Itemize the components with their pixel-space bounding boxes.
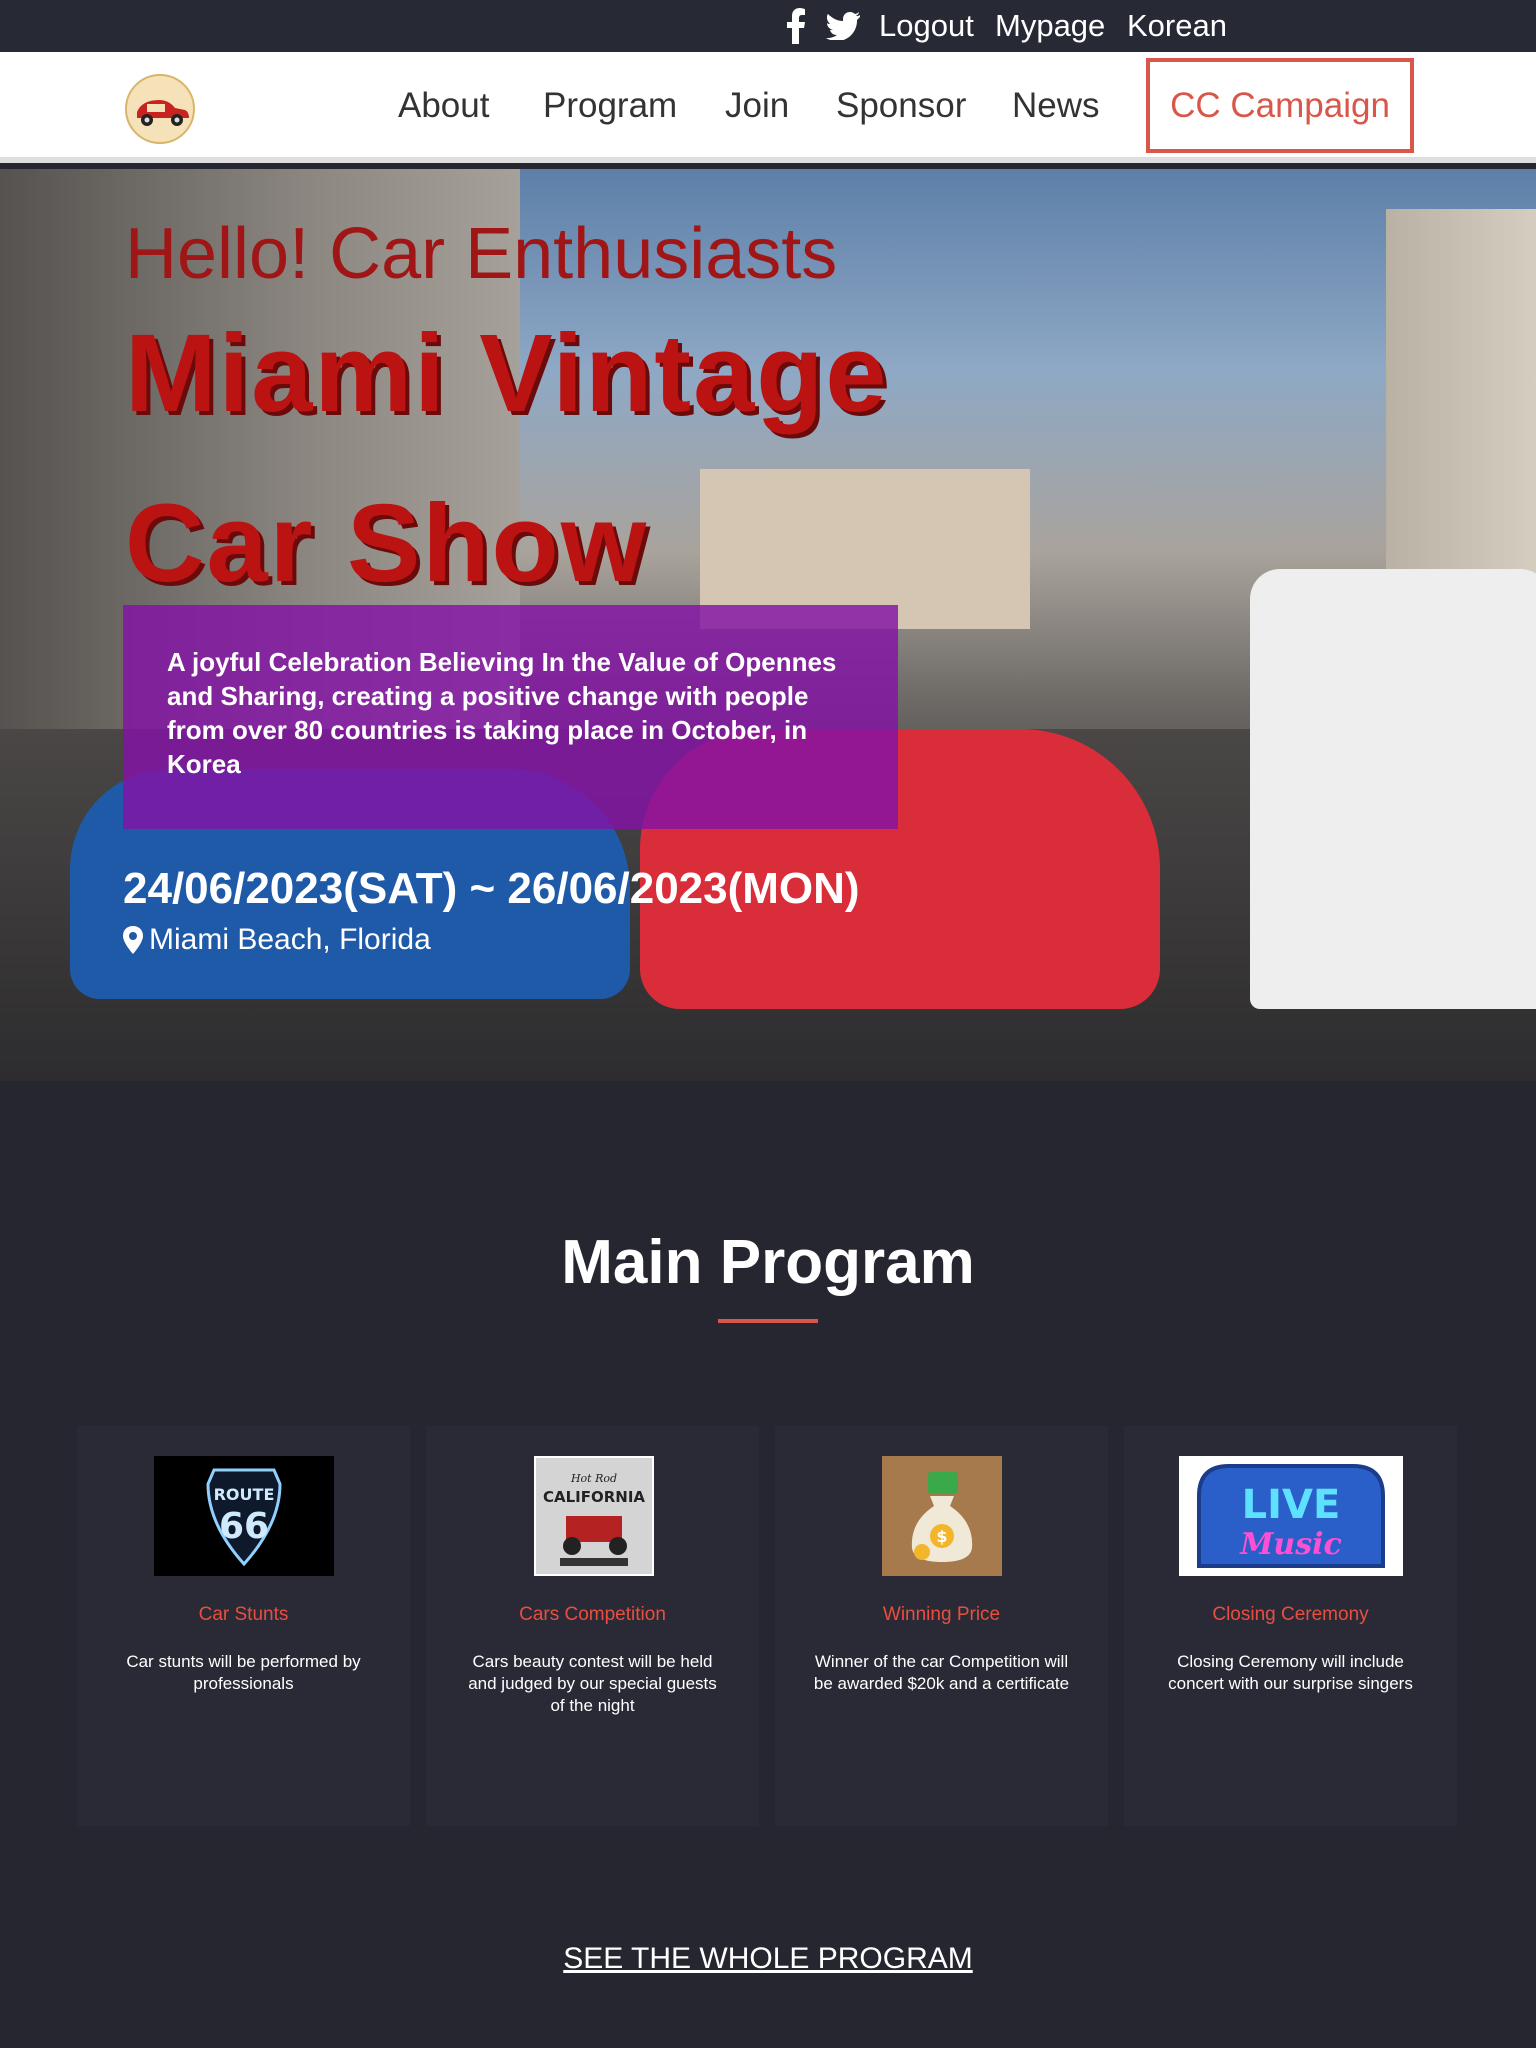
cc-campaign-button[interactable]: CC Campaign [1146, 58, 1414, 153]
program-card[interactable]: $ Winning Price Winner of the car Compet… [775, 1426, 1108, 1826]
hot-rod-california-poster: Hot Rod CALIFORNIA [534, 1456, 654, 1576]
hero-banner: Hello! Car Enthusiasts Miami Vintage Car… [0, 169, 1536, 1081]
money-bag: $ [882, 1456, 1002, 1576]
live-music-sign: LIVE Music [1179, 1456, 1403, 1576]
logout-link[interactable]: Logout [879, 6, 974, 46]
facebook-icon[interactable] [786, 8, 806, 44]
card-description: Cars beauty contest will be held and jud… [468, 1652, 717, 1715]
card-description: Closing Ceremony will include concert wi… [1168, 1652, 1413, 1693]
hero-greeting: Hello! Car Enthusiasts [125, 214, 838, 294]
svg-text:CALIFORNIA: CALIFORNIA [543, 1488, 645, 1506]
svg-text:LIVE: LIVE [1242, 1482, 1341, 1528]
svg-text:66: 66 [219, 1506, 269, 1547]
svg-text:$: $ [936, 1527, 947, 1546]
top-bar: Logout Mypage Korean [0, 0, 1536, 52]
nav-sponsor[interactable]: Sponsor [836, 80, 966, 132]
card-title: Winning Price [882, 1604, 1001, 1625]
card-description: Winner of the car Competition will be aw… [813, 1652, 1070, 1693]
retro-car-logo[interactable] [125, 74, 195, 144]
program-card[interactable]: LIVE Music Closing Ceremony Closing Cere… [1124, 1426, 1457, 1826]
hero-description: A joyful Celebration Believing In the Va… [167, 647, 837, 779]
mypage-link[interactable]: Mypage [995, 6, 1105, 46]
nav-join[interactable]: Join [725, 80, 789, 132]
nav-about[interactable]: About [398, 80, 489, 132]
language-link[interactable]: Korean [1127, 6, 1227, 46]
main-program-section: Main Program ROUTE 66 Car Stunts Car stu… [0, 1081, 1536, 2048]
card-title: Cars Competition [519, 1604, 666, 1625]
card-description: Car stunts will be performed by professi… [126, 1652, 361, 1693]
hero-description-panel: A joyful Celebration Believing In the Va… [123, 605, 898, 829]
title-underline [718, 1319, 818, 1323]
event-dates: 24/06/2023(SAT) ~ 26/06/2023(MON) [123, 864, 860, 913]
location-text: Miami Beach, Florida [149, 923, 431, 956]
card-title: Closing Ceremony [1212, 1604, 1369, 1625]
event-location: Miami Beach, Florida [123, 921, 431, 959]
route-66-sign: ROUTE 66 [154, 1456, 334, 1576]
nav-news[interactable]: News [1012, 80, 1100, 132]
program-card[interactable]: Hot Rod CALIFORNIA Cars Competition Cars… [426, 1426, 759, 1826]
map-pin-icon [123, 926, 143, 954]
nav-program[interactable]: Program [543, 80, 677, 132]
section-title: Main Program [561, 1228, 975, 1297]
hero-white-van [1250, 569, 1536, 1009]
twitter-icon[interactable] [826, 8, 860, 44]
svg-text:Hot Rod: Hot Rod [570, 1472, 617, 1485]
svg-text:Music: Music [1239, 1527, 1342, 1562]
svg-text:ROUTE: ROUTE [214, 1485, 275, 1504]
main-nav: About Program Join Sponsor News CC Campa… [0, 52, 1536, 163]
hero-title-line2: Car Show [125, 482, 649, 605]
program-card[interactable]: ROUTE 66 Car Stunts Car stunts will be p… [77, 1426, 410, 1826]
see-whole-program-link[interactable]: SEE THE WHOLE PROGRAM [0, 1939, 1536, 1979]
card-title: Car Stunts [198, 1604, 289, 1625]
hero-title-line1: Miami Vintage [125, 312, 889, 435]
